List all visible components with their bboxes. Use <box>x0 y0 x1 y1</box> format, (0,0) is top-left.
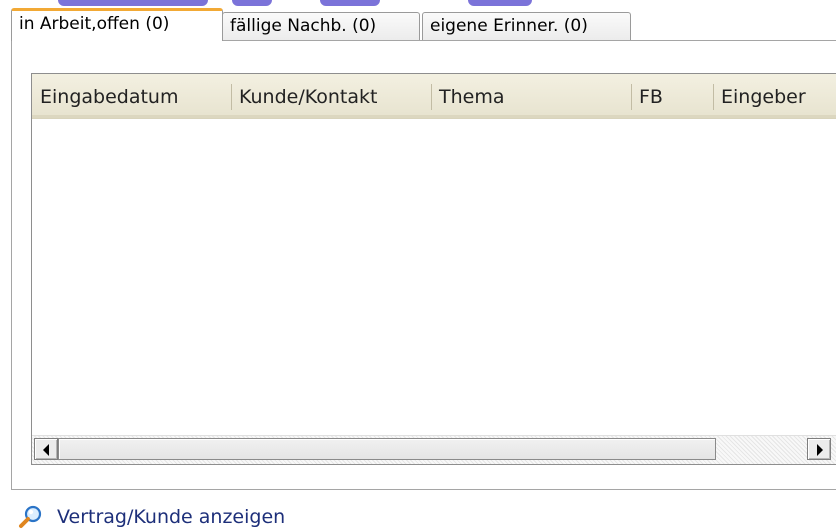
column-header-eingeber[interactable]: Eingeber <box>713 74 836 114</box>
app-window: in Arbeit,offen (0) fällige Nachb. (0) e… <box>0 0 836 531</box>
column-header-thema[interactable]: Thema <box>431 74 631 114</box>
show-contract-customer-link[interactable]: Vertrag/Kunde anzeigen <box>17 503 285 531</box>
column-header-kunde-kontakt[interactable]: Kunde/Kontakt <box>231 74 431 114</box>
scroll-left-button[interactable] <box>34 438 58 460</box>
grid-body-empty[interactable] <box>32 119 836 436</box>
scrollbar-thumb[interactable] <box>58 438 716 460</box>
horizontal-scrollbar[interactable] <box>32 435 836 464</box>
data-grid: Eingabedatum Kunde/Kontakt Thema FB Eing… <box>31 73 836 465</box>
magnifier-icon <box>17 504 43 530</box>
scroll-right-button[interactable] <box>807 438 831 460</box>
tab-eigene-erinner[interactable]: eigene Erinner. (0) <box>422 12 631 40</box>
show-link-label[interactable]: Vertrag/Kunde anzeigen <box>57 506 285 528</box>
arrow-left-icon <box>43 444 49 456</box>
top-strip-decoration <box>0 0 836 6</box>
tab-in-arbeit-offen[interactable]: in Arbeit,offen (0) <box>11 8 223 41</box>
column-header-fb[interactable]: FB <box>631 74 713 114</box>
arrow-right-icon <box>817 444 823 456</box>
grid-header: Eingabedatum Kunde/Kontakt Thema FB Eing… <box>32 74 836 119</box>
tab-faellige-nachb[interactable]: fällige Nachb. (0) <box>222 12 420 40</box>
column-header-eingabedatum[interactable]: Eingabedatum <box>32 74 231 114</box>
